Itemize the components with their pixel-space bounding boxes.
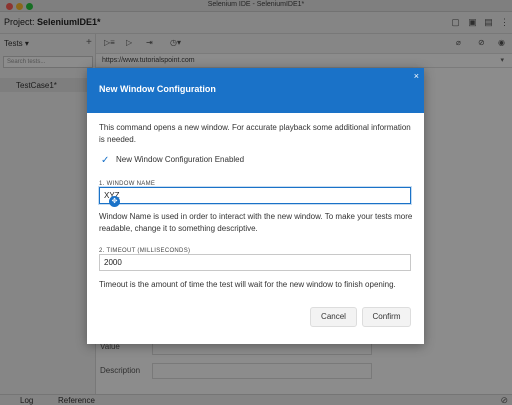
drag-handle-icon[interactable]: ✥: [109, 196, 120, 207]
timeout-input[interactable]: [99, 254, 411, 271]
close-icon[interactable]: ×: [414, 71, 419, 81]
dialog-header: New Window Configuration ×: [87, 68, 424, 113]
dialog-description: This command opens a new window. For acc…: [99, 123, 411, 144]
enabled-checkbox-label[interactable]: New Window Configuration Enabled: [116, 155, 244, 164]
dialog-title: New Window Configuration: [99, 84, 216, 94]
window-name-input[interactable]: [99, 187, 411, 204]
new-window-config-dialog: New Window Configuration × This command …: [87, 68, 424, 344]
checkmark-icon[interactable]: ✓: [101, 155, 109, 166]
confirm-button[interactable]: Confirm: [362, 307, 411, 327]
window-name-help: Window Name is used in order to interact…: [99, 212, 413, 233]
timeout-help: Timeout is the amount of time the test w…: [99, 280, 396, 289]
cancel-button[interactable]: Cancel: [310, 307, 357, 327]
